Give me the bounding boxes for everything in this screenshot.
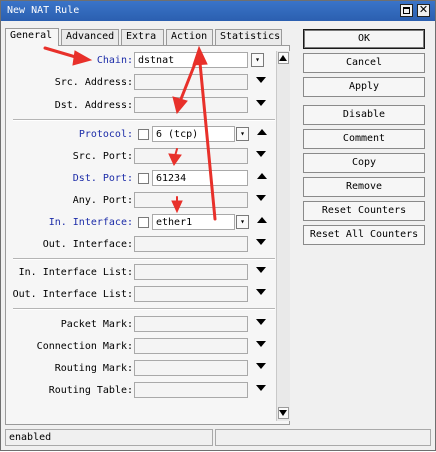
ok-button[interactable]: OK [303,29,425,49]
dst-address-field[interactable] [134,97,248,113]
connection-mark-label: Connection Mark: [36,341,133,352]
close-icon[interactable]: ✕ [417,4,430,17]
out-interface-list-row: Out. Interface List: [6,286,276,303]
separator [13,119,275,121]
tab-action[interactable]: Action [166,29,213,45]
reset-all-counters-button[interactable]: Reset All Counters [303,225,425,245]
protocol-negate-checkbox[interactable] [138,129,149,140]
dst-port-input[interactable]: 61234 [152,170,248,186]
protocol-dropdown-icon[interactable]: ▾ [236,127,249,141]
separator [13,258,275,260]
any-port-label: Any. Port: [72,195,133,206]
status-bar: enabled [5,429,431,447]
in-interface-list-field[interactable] [134,264,248,280]
scroll-down-icon[interactable] [278,407,289,419]
src-port-field[interactable] [134,148,248,164]
packet-mark-label: Packet Mark: [60,319,133,330]
protocol-select[interactable]: 6 (tcp) [152,126,235,142]
src-address-expand-icon[interactable] [256,77,266,83]
tab-advanced[interactable]: Advanced [61,29,119,45]
routing-table-expand-icon[interactable] [256,385,266,391]
out-interface-row: Out. Interface: [6,236,276,253]
in-interface-negate-checkbox[interactable] [138,217,149,228]
comment-button[interactable]: Comment [303,129,425,149]
protocol-label: Protocol: [78,129,133,140]
out-interface-field[interactable] [134,236,248,252]
dst-address-label: Dst. Address: [54,100,133,111]
protocol-value: 6 (tcp) [156,129,199,140]
in-interface-list-row: In. Interface List: [6,264,276,281]
status-cell: enabled [5,429,213,446]
scroll-up-icon[interactable] [278,52,289,64]
window-title: New NAT Rule [7,5,80,16]
in-interface-list-expand-icon[interactable] [256,267,266,273]
in-interface-value: ether1 [156,217,193,228]
dst-port-label: Dst. Port: [72,173,133,184]
dst-address-row: Dst. Address: [6,97,276,114]
dst-address-expand-icon[interactable] [256,100,266,106]
in-interface-collapse-icon[interactable] [257,217,267,223]
disable-button[interactable]: Disable [303,105,425,125]
routing-mark-field[interactable] [134,360,248,376]
connection-mark-expand-icon[interactable] [256,341,266,347]
chain-row: Chain: dstnat ▾ [6,52,276,69]
src-port-row: Src. Port: [6,148,276,165]
dst-port-collapse-icon[interactable] [257,173,267,179]
any-port-field[interactable] [134,192,248,208]
out-interface-expand-icon[interactable] [256,239,266,245]
chain-dropdown-icon[interactable]: ▾ [251,53,264,67]
dst-port-value: 61234 [156,173,187,184]
status-cell-empty [215,429,431,446]
tab-statistics[interactable]: Statistics [215,29,282,45]
restore-icon[interactable] [400,4,413,17]
src-port-label: Src. Port: [72,151,133,162]
title-bar[interactable]: New NAT Rule ✕ [1,1,435,21]
routing-table-label: Routing Table: [48,385,133,396]
apply-button[interactable]: Apply [303,77,425,97]
routing-table-field[interactable] [134,382,248,398]
routing-table-row: Routing Table: [6,382,276,399]
out-interface-list-label: Out. Interface List: [12,289,133,300]
protocol-row: Protocol: 6 (tcp) ▾ [6,126,276,143]
src-address-label: Src. Address: [54,77,133,88]
nat-rule-window: New NAT Rule ✕ General Advanced Extra Ac… [0,0,436,451]
status-text: enabled [9,432,52,443]
out-interface-label: Out. Interface: [42,239,133,250]
chain-label: Chain: [96,55,133,66]
protocol-collapse-icon[interactable] [257,129,267,135]
packet-mark-row: Packet Mark: [6,316,276,333]
remove-button[interactable]: Remove [303,177,425,197]
chain-select[interactable]: dstnat [134,52,248,68]
routing-mark-expand-icon[interactable] [256,363,266,369]
out-interface-list-field[interactable] [134,286,248,302]
general-panel: Chain: dstnat ▾ Src. Address: Dst. Addre… [5,45,290,425]
cancel-button[interactable]: Cancel [303,53,425,73]
dst-port-negate-checkbox[interactable] [138,173,149,184]
in-interface-select[interactable]: ether1 [152,214,235,230]
src-address-row: Src. Address: [6,74,276,91]
packet-mark-expand-icon[interactable] [256,319,266,325]
routing-mark-row: Routing Mark: [6,360,276,377]
dst-port-row: Dst. Port: 61234 [6,170,276,187]
vertical-scrollbar[interactable] [276,51,290,421]
src-address-field[interactable] [134,74,248,90]
routing-mark-label: Routing Mark: [54,363,133,374]
packet-mark-field[interactable] [134,316,248,332]
in-interface-list-label: In. Interface List: [18,267,133,278]
in-interface-dropdown-icon[interactable]: ▾ [236,215,249,229]
reset-counters-button[interactable]: Reset Counters [303,201,425,221]
src-port-expand-icon[interactable] [256,151,266,157]
tab-general[interactable]: General [5,28,59,46]
separator [13,308,275,310]
any-port-row: Any. Port: [6,192,276,209]
tab-extra[interactable]: Extra [121,29,164,45]
out-interface-list-expand-icon[interactable] [256,289,266,295]
connection-mark-row: Connection Mark: [6,338,276,355]
copy-button[interactable]: Copy [303,153,425,173]
chain-value: dstnat [138,55,175,66]
any-port-expand-icon[interactable] [256,195,266,201]
in-interface-label: In. Interface: [48,217,133,228]
in-interface-row: In. Interface: ether1 ▾ [6,214,276,231]
connection-mark-field[interactable] [134,338,248,354]
